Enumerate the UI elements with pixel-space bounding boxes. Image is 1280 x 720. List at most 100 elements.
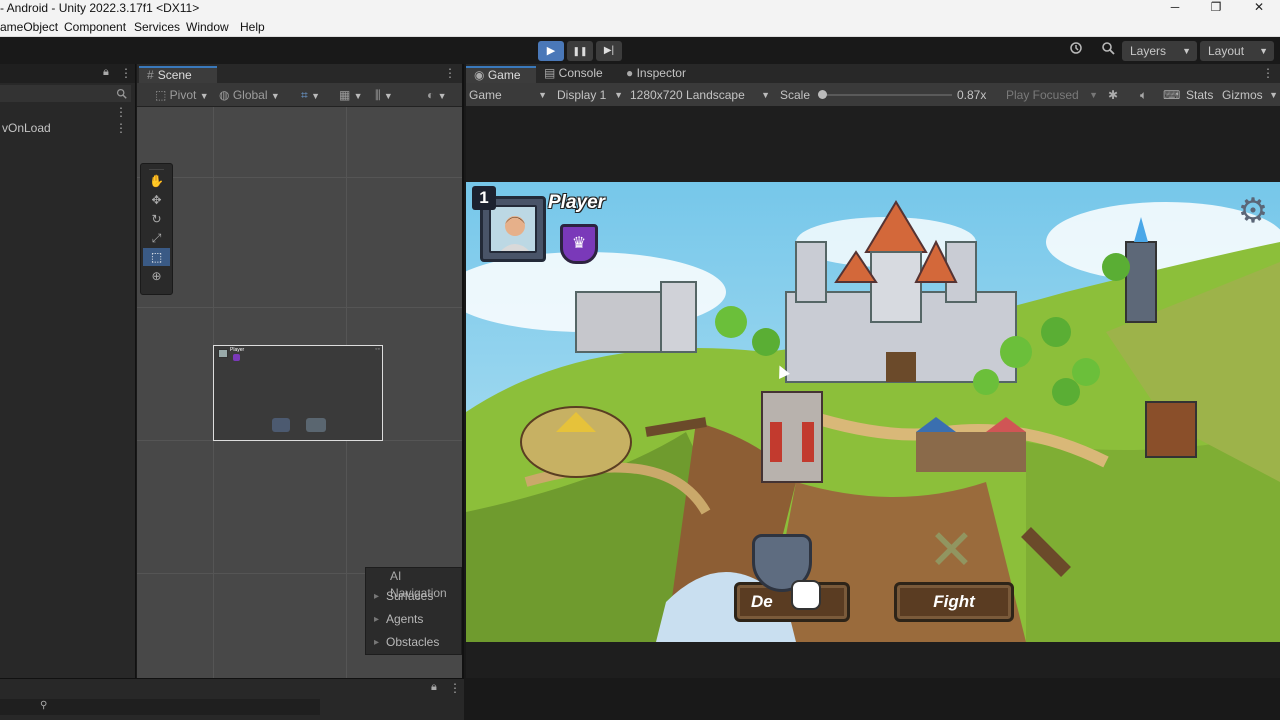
more-icon[interactable]: ⋮ <box>1262 66 1274 80</box>
stats-button[interactable]: Stats <box>1186 86 1213 104</box>
player-level-badge: 1 <box>472 186 496 210</box>
game-tabs: ◉ Game ▤ Console ● Inspector ⋮ <box>466 64 1280 83</box>
pause-button[interactable]: ❚❚ <box>567 41 593 61</box>
chevron-down-icon: ▼ <box>1182 46 1191 56</box>
hierarchy-scene-row[interactable]: ⋮ <box>0 104 135 120</box>
project-panel: 🔒︎ ⋮ ⚲ <box>0 678 464 720</box>
game-view-bounds[interactable]: Player ◦◦ <box>213 345 383 441</box>
ai-navigation-title[interactable]: AI Navigation <box>366 568 461 600</box>
menu-services[interactable]: Services <box>134 20 180 34</box>
scene-tools-overlay: ✋ ✥ ↻ ⤢ ⬚ ⊕ <box>140 163 173 295</box>
ai-nav-obstacles[interactable]: Obstacles <box>366 631 461 654</box>
mini-crown-badge <box>233 354 240 361</box>
fight-button-label: Fight <box>933 592 975 611</box>
scale-slider-knob[interactable] <box>818 90 827 99</box>
search-icon: ⚲ <box>40 700 48 711</box>
snap-increment-icon[interactable]: ▦ ▼ <box>335 86 367 104</box>
ai-nav-agents[interactable]: Agents <box>366 608 461 631</box>
step-button[interactable]: ▶| <box>596 41 622 61</box>
layout-label: Layout <box>1208 44 1245 58</box>
tab-console[interactable]: ▤ Console <box>536 66 611 83</box>
keyboard-icon[interactable]: ⌨ <box>1163 86 1180 104</box>
menu-window[interactable]: Window <box>186 20 229 34</box>
settings-gear-icon[interactable]: ⚙ <box>1236 194 1270 228</box>
mini-fight-button <box>306 418 326 432</box>
maximize-button[interactable]: ❐ <box>1201 0 1231 16</box>
play-focused-dropdown[interactable]: Play Focused ▼ <box>1006 86 1098 104</box>
more-icon[interactable]: ⋮ <box>115 120 127 137</box>
search-icon[interactable] <box>1096 41 1120 61</box>
player-card[interactable]: 1 Player ♛ <box>472 186 632 268</box>
grid-line <box>137 307 462 308</box>
pivot-icon: ⬚ <box>155 88 170 102</box>
menu-help[interactable]: Help <box>240 20 265 34</box>
play-button[interactable]: ▶ <box>538 41 564 61</box>
hierarchy-search-input[interactable] <box>0 85 131 102</box>
game-canvas[interactable]: 1 Player ♛ ⚙ De Fight ✕ <box>466 182 1280 642</box>
draw-mode-icon[interactable]: ◐ ▼ <box>423 86 451 104</box>
transform-tool-icon[interactable]: ⊕ <box>143 267 170 285</box>
ai-nav-surfaces[interactable]: Surfaces <box>366 585 461 608</box>
hierarchy-panel: 🔒︎ ⋮ ⋮ vOnLoad ⋮ <box>0 64 136 678</box>
grid-snap-icon[interactable]: ⌗ ▼ <box>297 86 324 104</box>
bug-icon[interactable]: ✱ <box>1108 86 1118 104</box>
pivot-dropdown[interactable]: ⬚ Pivot ▼ <box>151 86 213 104</box>
console-icon: ▤ <box>544 66 559 80</box>
lock-icon[interactable]: 🔒︎ <box>431 681 437 694</box>
tab-inspector[interactable]: ● Inspector <box>618 66 694 83</box>
hierarchy-item[interactable]: vOnLoad ⋮ <box>0 120 135 137</box>
crossed-swords-icon: ✕ <box>928 518 975 581</box>
layout-dropdown[interactable]: Layout ▼ <box>1200 41 1274 61</box>
history-icon[interactable] <box>1064 41 1088 61</box>
info-icon: ● <box>626 66 637 80</box>
scene-viewport[interactable]: ✋ ✥ ↻ ⤢ ⬚ ⊕ Player ◦◦ AI Navigation Surf… <box>137 107 462 678</box>
menu-gameobject[interactable]: ameObject <box>0 20 58 34</box>
menu-component[interactable]: Component <box>64 20 126 34</box>
tab-scene[interactable]: # Scene <box>139 66 217 83</box>
player-name: Player <box>548 192 606 213</box>
rotate-tool-icon[interactable]: ↻ <box>143 210 170 228</box>
main-toolbar: ▶ ❚❚ ▶| Layers ▼ Layout ▼ <box>0 37 1280 64</box>
more-icon[interactable]: ⋮ <box>449 681 461 695</box>
layers-dropdown[interactable]: Layers ▼ <box>1122 41 1197 61</box>
audio-icon[interactable]: 🔈︎ <box>1140 86 1147 104</box>
player-avatar <box>489 205 537 253</box>
menu-bar: ameObject Component Services Window Help <box>0 16 1280 37</box>
more-icon[interactable]: ⋮ <box>120 66 132 80</box>
close-button[interactable]: ✕ <box>1244 0 1274 16</box>
camera-icon: ◦◦ <box>375 346 380 353</box>
gizmos-dropdown[interactable]: Gizmos ▼ <box>1222 86 1278 104</box>
mini-defend-button <box>272 418 290 432</box>
chevron-down-icon: ▼ <box>614 90 623 100</box>
resolution-dropdown[interactable]: 1280x720 Landscape ▼ <box>630 86 770 104</box>
overlay-handle[interactable] <box>149 164 164 170</box>
display-dropdown[interactable]: Display 1 ▼ <box>557 86 623 104</box>
scale-value: 0.87x <box>957 88 987 102</box>
chevron-down-icon: ▼ <box>761 90 770 100</box>
globe-icon: ◍ <box>219 88 233 102</box>
more-icon[interactable]: ⋮ <box>444 66 456 80</box>
rect-tool-icon[interactable]: ⬚ <box>143 248 170 266</box>
layers-label: Layers <box>1130 44 1167 58</box>
minimize-button[interactable]: ─ <box>1160 0 1190 16</box>
lock-icon[interactable]: 🔒︎ <box>103 66 109 79</box>
game-viewport[interactable]: 1 Player ♛ ⚙ De Fight ✕ <box>466 107 1280 678</box>
scale-tool-icon[interactable]: ⤢ <box>143 229 170 247</box>
fight-button[interactable]: Fight <box>894 582 1014 622</box>
mini-player-portrait <box>218 349 228 358</box>
ai-navigation-overlay: AI Navigation Surfaces Agents Obstacles <box>365 567 462 655</box>
hand-tool-icon[interactable]: ✋ <box>143 172 170 190</box>
more-icon[interactable]: ⋮ <box>115 104 127 121</box>
project-search-input[interactable]: ⚲ <box>0 699 320 715</box>
move-tool-icon[interactable]: ✥ <box>143 191 170 209</box>
hierarchy-item-label: vOnLoad <box>2 121 51 135</box>
chevron-down-icon: ▼ <box>1259 46 1268 56</box>
tutorial-hand-icon <box>791 580 821 610</box>
scale-slider[interactable] <box>818 90 952 99</box>
scene-tabs: # Scene ⋮ <box>137 64 462 83</box>
global-dropdown[interactable]: ◍ Global ▼ <box>215 86 284 104</box>
defend-button-label: De <box>751 592 773 611</box>
display-mode-dropdown[interactable]: Game ▼ <box>469 86 547 104</box>
align-icon[interactable]: ⫼ ▼ <box>371 86 397 104</box>
tab-game[interactable]: ◉ Game <box>466 66 536 83</box>
